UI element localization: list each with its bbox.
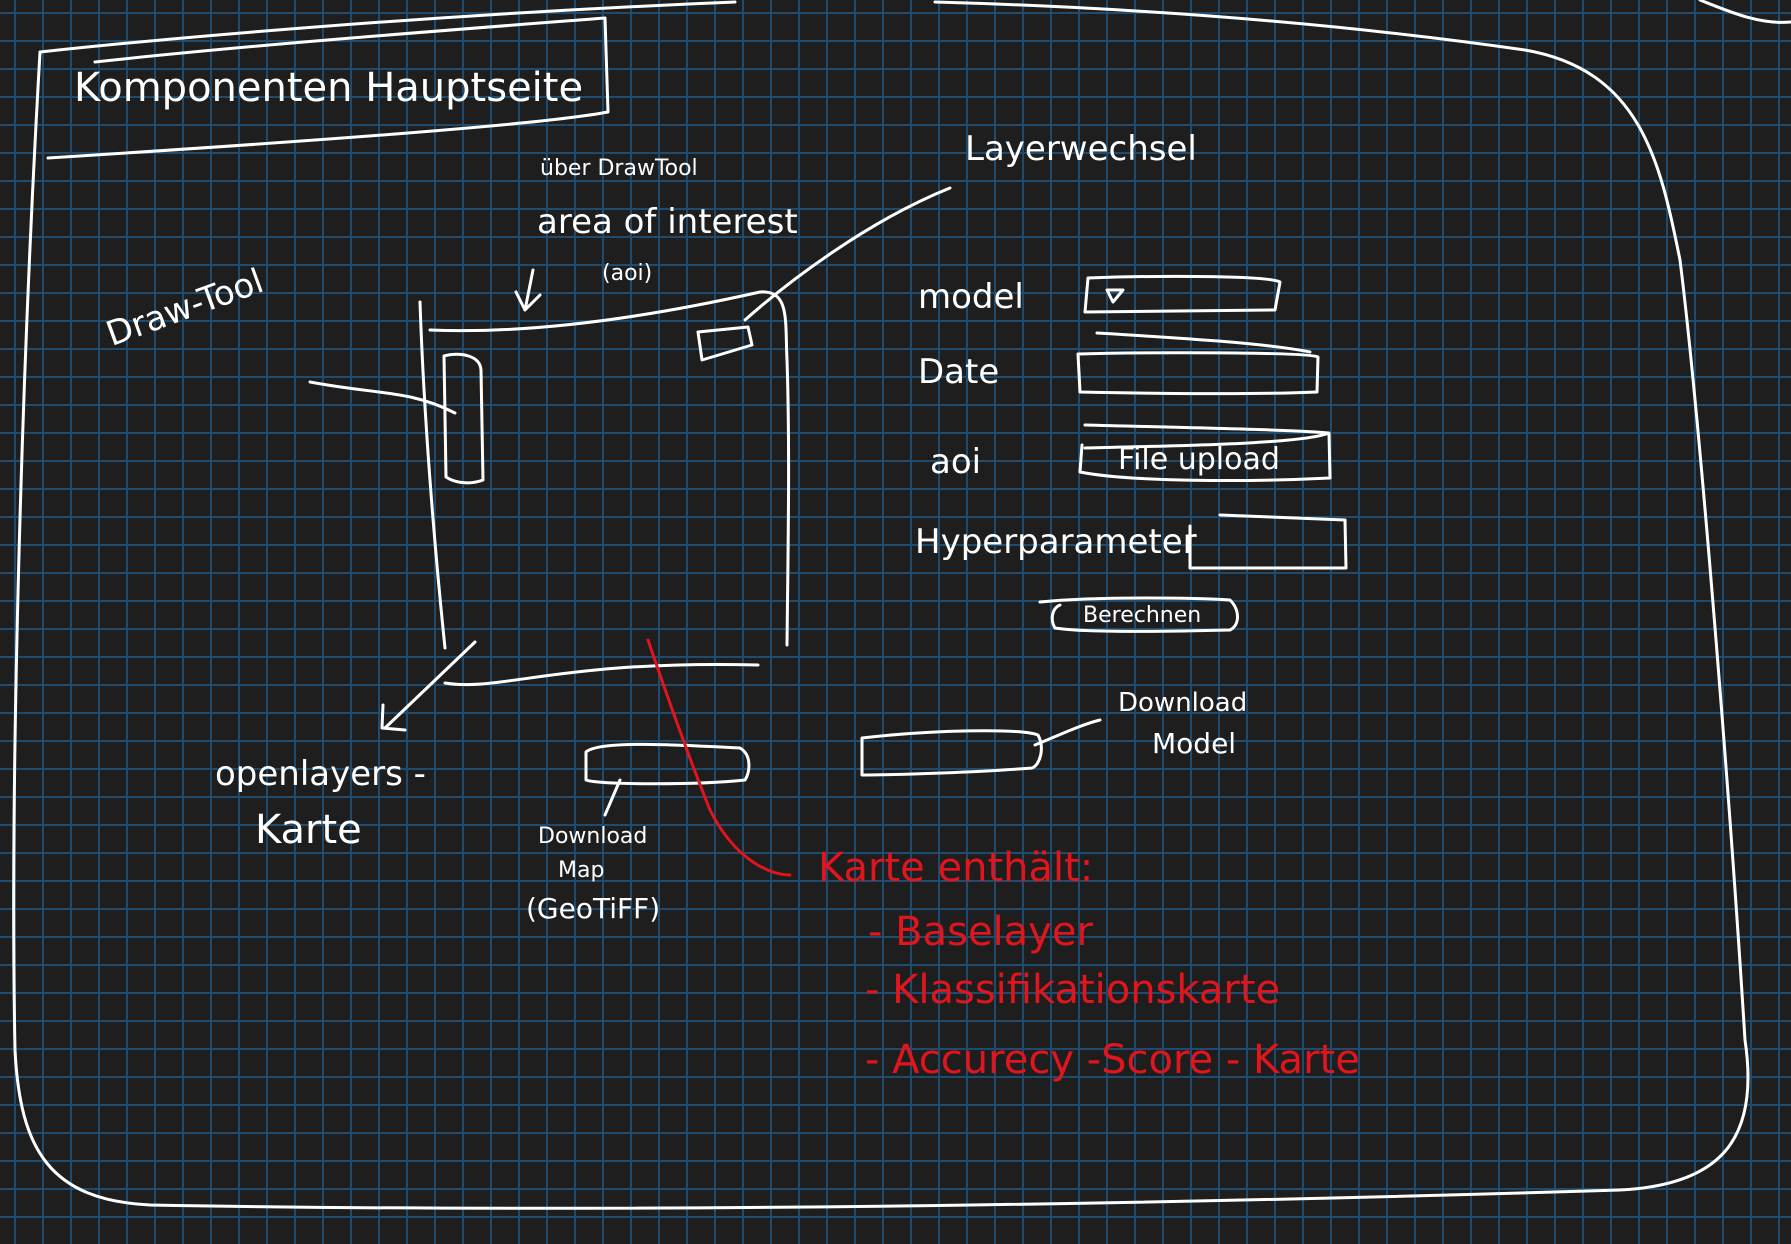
page-frame-corner: [1698, 0, 1791, 24]
map-box: [418, 290, 791, 687]
download-map-label-2: Map: [558, 858, 605, 883]
berechnen-label: Berechnen: [1083, 603, 1202, 628]
uber-drawtool-label: über DrawTool: [540, 156, 698, 181]
map-note-leader: [646, 638, 792, 877]
map-notes-heading: Karte enthält:: [818, 845, 1094, 891]
openlayers-label: openlayers -: [215, 754, 426, 794]
download-model-button: [860, 729, 1043, 777]
date-label: Date: [918, 352, 1000, 392]
aoi-box-top: [1083, 423, 1330, 435]
layerwechsel-label: Layerwechsel: [965, 129, 1197, 169]
download-map-leader: [603, 778, 622, 817]
download-map-label: Download: [538, 824, 648, 849]
aoi-paren-label: (aoi): [602, 261, 653, 286]
download-map-button: [584, 742, 751, 786]
openlayers-arrow: [380, 640, 477, 732]
download-model-label: Download: [1118, 688, 1248, 718]
model-label: model: [918, 277, 1024, 317]
download-model-leader: [1033, 718, 1102, 747]
file-upload-label: File upload: [1118, 442, 1280, 477]
model-select-box: [1083, 274, 1282, 314]
layer-switch-button: [696, 325, 754, 362]
aoi-arrow: [514, 268, 542, 312]
karte-label: Karte: [255, 807, 362, 853]
aoi-label: aoi: [930, 442, 982, 482]
hyperparameter-label: Hyperparameter: [915, 522, 1197, 562]
download-model-label-2: Model: [1152, 727, 1237, 760]
draw-tool-bar: [442, 352, 485, 485]
map-notes-item: - Klassifikationskarte: [865, 967, 1281, 1013]
page-frame: [12, 0, 1750, 1210]
download-map-label-3: (GeoTiFF): [526, 892, 661, 925]
map-notes-item: - Accurecy -Score - Karte: [865, 1037, 1360, 1083]
page-title: Komponenten Hauptseite: [74, 65, 584, 111]
model-select-triangle: [1105, 288, 1125, 304]
area-of-interest-label: area of interest: [537, 202, 798, 242]
date-box-top: [1095, 331, 1312, 354]
draw-tool-leader: [308, 380, 457, 415]
map-notes-item: - Baselayer: [868, 909, 1093, 955]
hyperparameter-box: [1188, 513, 1348, 570]
date-field-box: [1076, 351, 1320, 396]
